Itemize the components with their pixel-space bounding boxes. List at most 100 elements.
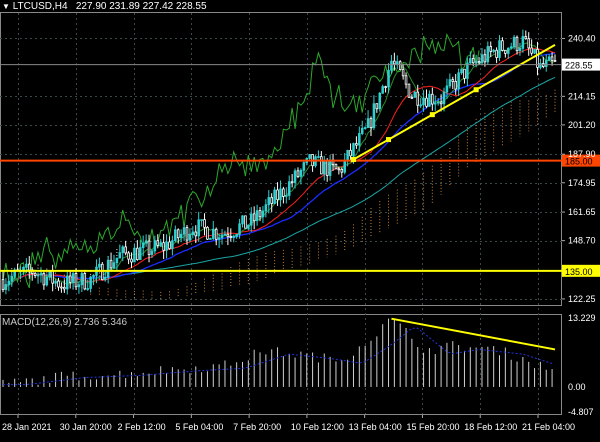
- candle-body: [261, 210, 265, 218]
- candle: [244, 215, 247, 229]
- candle: [334, 163, 338, 170]
- candle: [378, 92, 382, 112]
- candle-body: [118, 252, 122, 259]
- price-tick-label: 122.25: [568, 294, 596, 304]
- candle-body: [355, 143, 358, 146]
- candle-body: [194, 231, 198, 237]
- candle: [92, 274, 95, 286]
- candle: [188, 228, 192, 243]
- candle: [4, 278, 8, 295]
- candle: [451, 76, 455, 90]
- chart-canvas[interactable]: 185.00135.00 240.40214.15201.20187.90174…: [0, 0, 600, 437]
- candle-body: [530, 47, 533, 54]
- candle-body: [241, 215, 244, 225]
- dropdown-arrow-icon[interactable]: ▼: [2, 2, 10, 11]
- candle-body: [136, 247, 139, 261]
- candle-body: [492, 49, 495, 52]
- candle: [544, 54, 548, 72]
- candle-body: [220, 234, 224, 239]
- candle: [138, 239, 142, 261]
- trend-marker: [473, 87, 479, 93]
- candle: [340, 167, 344, 178]
- candle-body: [51, 270, 54, 284]
- candle-body: [54, 280, 57, 284]
- candle: [428, 90, 431, 107]
- price-tick-label: 174.95: [568, 178, 596, 188]
- candle-body: [448, 79, 452, 87]
- candle: [39, 267, 43, 283]
- candle-body: [130, 258, 133, 263]
- candle-body: [398, 61, 402, 70]
- candle-body: [77, 284, 81, 288]
- candle-body: [127, 252, 130, 260]
- candle-body: [179, 233, 183, 239]
- candle: [457, 68, 460, 97]
- candle: [63, 279, 66, 293]
- candle: [68, 271, 72, 289]
- time-tick-label: 7 Feb 20:00: [233, 422, 281, 432]
- candle-body: [200, 219, 203, 222]
- candle-body: [176, 229, 180, 239]
- candle-body: [375, 103, 379, 110]
- time-tick-label: 10 Feb 12:00: [291, 422, 344, 432]
- time-tick-label: 21 Feb 04:00: [522, 422, 575, 432]
- price-tick-label: 161.65: [568, 207, 596, 217]
- candle: [124, 240, 127, 256]
- candle-body: [451, 79, 455, 82]
- candle: [241, 215, 244, 228]
- trend-marker: [429, 112, 435, 118]
- candle: [331, 153, 335, 171]
- candle-body: [223, 233, 227, 236]
- candle-body: [60, 286, 63, 289]
- candle-body: [308, 154, 311, 159]
- time-tick-label: 30 Jan 20:00: [60, 422, 112, 432]
- candle-body: [322, 160, 326, 175]
- candle: [413, 91, 417, 98]
- candle: [425, 89, 428, 109]
- macd-header: MACD(12,26,9) 2.736 5.346: [2, 317, 127, 328]
- candle: [504, 49, 507, 58]
- candle: [165, 234, 168, 259]
- candle-body: [419, 104, 422, 107]
- candle: [486, 41, 490, 65]
- candle: [518, 42, 522, 56]
- candle-body: [436, 101, 440, 104]
- candle-body: [226, 233, 230, 237]
- candle: [322, 155, 326, 181]
- candle-body: [68, 275, 72, 283]
- candle: [460, 68, 463, 75]
- candle-body: [252, 213, 256, 222]
- candle-body: [445, 85, 449, 93]
- candle-body: [206, 226, 209, 240]
- macd-tick-label: -4.807: [568, 407, 594, 417]
- candle-body: [463, 68, 466, 79]
- candle-body: [63, 286, 66, 290]
- candle-body: [249, 213, 253, 226]
- macd-panel-border: [0, 314, 562, 415]
- candle-body: [106, 259, 110, 278]
- candle-body: [460, 68, 463, 74]
- candle-body: [471, 58, 475, 64]
- candle: [229, 228, 233, 242]
- candle: [311, 154, 314, 172]
- candle: [226, 227, 230, 246]
- candle-body: [209, 238, 212, 240]
- candle: [182, 224, 186, 241]
- candle-body: [401, 69, 405, 77]
- candle-body: [287, 181, 291, 196]
- candle: [282, 186, 285, 204]
- candle: [290, 174, 294, 188]
- candle: [492, 48, 495, 54]
- candle: [264, 199, 268, 218]
- candle: [495, 47, 498, 64]
- candle-body: [285, 194, 288, 197]
- candle: [363, 126, 367, 130]
- candle-body: [92, 274, 95, 278]
- trading-chart[interactable]: 185.00 135.00 240.40 214.15 201.20 187.90 174…: [0, 0, 600, 437]
- candle-body: [279, 188, 282, 201]
- candle-body: [115, 257, 119, 264]
- candle-body: [229, 236, 233, 238]
- candle-body: [171, 240, 174, 249]
- time-tick-label: 15 Feb 20:00: [406, 422, 459, 432]
- candle: [501, 37, 504, 52]
